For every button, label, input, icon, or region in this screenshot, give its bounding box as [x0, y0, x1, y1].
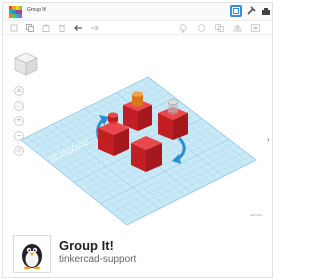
3d-viewport[interactable]: ⌂ ◌ + − ◇ Workplane › Edit Grid: [3, 35, 272, 225]
view-mode-switcher: [230, 5, 272, 19]
speech-bubble-icon[interactable]: [196, 23, 206, 33]
light-bulb-icon[interactable]: [178, 23, 188, 33]
redo-icon[interactable]: [89, 23, 99, 33]
grid-view-icon[interactable]: [230, 5, 242, 17]
align-icon[interactable]: [214, 23, 224, 33]
author-avatar[interactable]: [13, 235, 51, 273]
chevron-right-icon[interactable]: ›: [267, 135, 270, 144]
edit-grid-link[interactable]: Edit Grid: [250, 213, 262, 217]
group-icon[interactable]: [250, 23, 260, 33]
new-shape-icon[interactable]: [9, 23, 19, 33]
blocks-icon[interactable]: [260, 5, 272, 17]
paste-icon[interactable]: [41, 23, 51, 33]
edit-toolbar: [3, 21, 272, 35]
penguin-icon: [22, 244, 42, 270]
delete-icon[interactable]: [57, 23, 67, 33]
project-title[interactable]: Group It!: [27, 7, 46, 13]
undo-icon[interactable]: [73, 23, 83, 33]
tutorial-card: Group It! ⌂ ◌ + − ◇ Workplane › Edit Gri…: [2, 2, 273, 278]
logo-tile: [18, 14, 22, 18]
workplane-scene: Workplane: [20, 76, 257, 225]
copy-icon[interactable]: [25, 23, 35, 33]
tinkercad-logo[interactable]: [9, 6, 22, 18]
project-info: Group It! tinkercad-support: [3, 229, 272, 279]
hammer-icon[interactable]: [245, 5, 257, 17]
author-name[interactable]: tinkercad-support: [59, 254, 136, 265]
flip-icon[interactable]: [232, 23, 242, 33]
project-name[interactable]: Group It!: [59, 238, 114, 253]
red-box-bottom[interactable]: [131, 136, 162, 172]
top-bar: Group It!: [3, 3, 272, 21]
